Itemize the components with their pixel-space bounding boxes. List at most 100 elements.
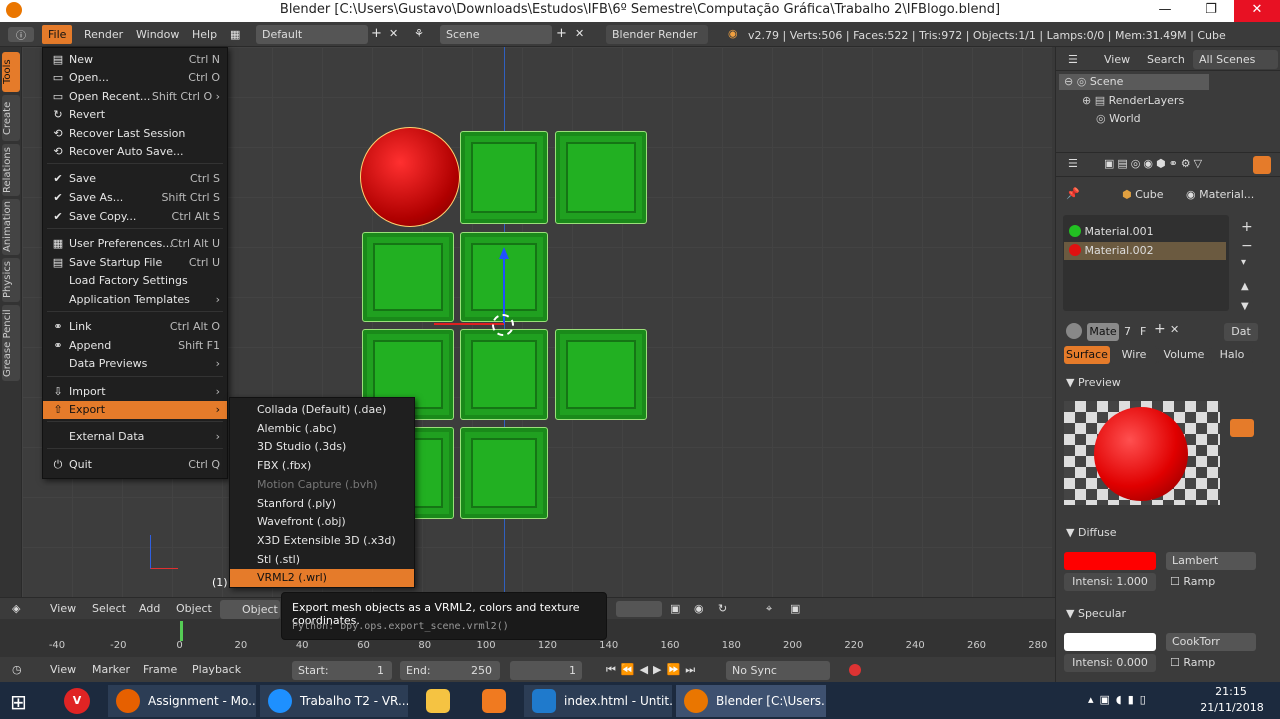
- file-menu-item-import[interactable]: ⇩ Import ›: [43, 383, 227, 401]
- record-icon[interactable]: [849, 664, 861, 676]
- outliner-renderlayers-item[interactable]: ⊕ ▤ RenderLayers: [1082, 94, 1184, 107]
- file-menu-item-data-previews[interactable]: Data Previews ›: [43, 355, 227, 373]
- export-item-wavefront-obj[interactable]: Wavefront (.obj): [230, 513, 414, 531]
- file-menu-item-export[interactable]: ⇧ Export ›: [43, 401, 227, 419]
- maximize-button[interactable]: ❐: [1188, 0, 1234, 22]
- diffuse-panel-header[interactable]: ▼ Diffuse: [1066, 526, 1117, 539]
- file-menu-item-save[interactable]: ✔ Save Ctrl S: [43, 170, 227, 188]
- green-tile[interactable]: [555, 329, 647, 420]
- file-menu-item-recover-auto-save[interactable]: ⟲ Recover Auto Save...: [43, 143, 227, 161]
- file-menu-item-recover-last-session[interactable]: ⟲ Recover Last Session: [43, 125, 227, 143]
- start-button-icon[interactable]: ⊞: [10, 690, 27, 714]
- export-item-stl-stl[interactable]: Stl (.stl): [230, 551, 414, 569]
- tab-create[interactable]: Create: [2, 95, 20, 141]
- scene-field[interactable]: Scene: [440, 25, 552, 44]
- file-menu-item-revert[interactable]: ↻ Revert: [43, 106, 227, 124]
- file-menu-item-save-startup-file[interactable]: ▤ Save Startup File Ctrl U: [43, 254, 227, 272]
- file-menu-item-external-data[interactable]: External Data ›: [43, 428, 227, 446]
- clock-time[interactable]: 21:15: [1208, 685, 1254, 698]
- file-menu-item-save-copy[interactable]: ✔ Save Copy... Ctrl Alt S: [43, 208, 227, 226]
- snap-icon[interactable]: ⌖: [766, 602, 772, 616]
- remove-scene-icon[interactable]: ✕: [575, 27, 584, 40]
- file-menu-item-load-factory-settings[interactable]: Load Factory Settings: [43, 272, 227, 290]
- pin-icon[interactable]: 📌: [1066, 187, 1080, 200]
- taskbar-vscode[interactable]: index.html - Untit...: [524, 685, 672, 717]
- render-icon[interactable]: ▣: [790, 602, 800, 615]
- menu-view[interactable]: View: [50, 602, 76, 615]
- preview-panel-header[interactable]: ▼ Preview: [1066, 376, 1121, 389]
- mode-selector[interactable]: Object M: [220, 600, 280, 635]
- material-slot-selected[interactable]: Material.002: [1069, 244, 1154, 257]
- file-menu-item-link[interactable]: ⚭ Link Ctrl Alt O: [43, 318, 227, 336]
- system-tray-icons[interactable]: ▴▣◖▮▯: [1088, 693, 1152, 706]
- taskbar-blender[interactable]: Blender [C:\Users...: [676, 685, 826, 717]
- specular-panel-header[interactable]: ▼ Specular: [1066, 607, 1126, 620]
- menu-file[interactable]: File: [42, 25, 73, 44]
- material-tab-icon[interactable]: [1253, 156, 1271, 174]
- clock-date[interactable]: 21/11/2018: [1200, 701, 1264, 714]
- green-tile[interactable]: [362, 232, 454, 322]
- file-menu-item-save-as[interactable]: ✔ Save As... Shift Ctrl S: [43, 189, 227, 207]
- export-item-collada-default-dae[interactable]: Collada (Default) (.dae): [230, 401, 414, 419]
- green-tile[interactable]: [460, 427, 548, 519]
- outliner-menu-view[interactable]: View: [1104, 53, 1130, 66]
- end-frame-field[interactable]: End: 250: [400, 661, 500, 680]
- export-item-stanford-ply[interactable]: Stanford (.ply): [230, 495, 414, 513]
- material-name-field[interactable]: Mate: [1087, 323, 1119, 341]
- file-menu-item-open[interactable]: ▭ Open... Ctrl O: [43, 69, 227, 87]
- 3d-cursor-icon[interactable]: [492, 314, 514, 336]
- outliner-editor-icon[interactable]: ☰: [1068, 53, 1078, 66]
- layer-buttons[interactable]: [616, 601, 662, 617]
- menu-help[interactable]: Help: [186, 25, 223, 44]
- specular-ramp-checkbox[interactable]: ☐ Ramp: [1170, 656, 1215, 669]
- specular-color-swatch[interactable]: [1064, 633, 1156, 651]
- menu-marker[interactable]: Marker: [92, 663, 130, 676]
- properties-context-tabs[interactable]: ▣▤◎◉⬢⚭⚙▽: [1104, 157, 1205, 170]
- scene-icon[interactable]: ⚘: [414, 27, 424, 40]
- current-frame-field[interactable]: 1: [510, 661, 582, 680]
- new-material-icon[interactable]: +: [1154, 321, 1166, 337]
- tab-relations[interactable]: Relations: [2, 144, 20, 196]
- manipulator-icon[interactable]: ↻: [718, 602, 727, 615]
- menu-select[interactable]: Select: [92, 602, 126, 615]
- fake-user-button[interactable]: F: [1140, 325, 1146, 338]
- file-menu-item-application-templates[interactable]: Application Templates ›: [43, 291, 227, 309]
- taskbar-media[interactable]: [468, 685, 520, 717]
- specular-shader-select[interactable]: CookTorr: [1166, 633, 1256, 651]
- properties-editor-icon[interactable]: ☰: [1068, 157, 1078, 170]
- export-item-x3d-extensible-3d-x3d[interactable]: X3D Extensible 3D (.x3d): [230, 532, 414, 550]
- close-button[interactable]: ✕: [1234, 0, 1280, 22]
- export-item-fbx-fbx[interactable]: FBX (.fbx): [230, 457, 414, 475]
- slot-specials-icon[interactable]: ▾: [1241, 257, 1246, 268]
- export-item-motion-capture-bvh[interactable]: Motion Capture (.bvh): [230, 476, 414, 494]
- data-link-field[interactable]: Dat: [1224, 323, 1258, 341]
- render-layer-icon[interactable]: ▣: [670, 602, 680, 615]
- file-menu-item-open-recent[interactable]: ▭ Open Recent... Shift Ctrl O ›: [43, 88, 227, 106]
- editor-type-icon[interactable]: ◈: [12, 602, 20, 615]
- current-frame-marker[interactable]: [180, 621, 183, 641]
- menu-add[interactable]: Add: [139, 602, 160, 615]
- remove-layout-icon[interactable]: ✕: [389, 27, 398, 40]
- green-tile[interactable]: [460, 329, 548, 420]
- export-item-vrml2-wrl[interactable]: VRML2 (.wrl): [230, 569, 414, 588]
- start-frame-field[interactable]: Start: 1: [292, 661, 392, 680]
- menu-render[interactable]: Render: [78, 25, 129, 44]
- outliner-filter[interactable]: All Scenes: [1193, 50, 1278, 69]
- diffuse-color-swatch[interactable]: [1064, 552, 1156, 570]
- screen-layout-icon[interactable]: ▦: [230, 28, 240, 41]
- add-layout-icon[interactable]: +: [371, 26, 382, 41]
- playback-controls[interactable]: ⏮⏪◀▶⏩⏭: [606, 663, 700, 677]
- editor-type-icon[interactable]: ◷: [12, 663, 22, 676]
- vivaldi-icon[interactable]: V: [64, 688, 90, 714]
- preview-sphere-button[interactable]: [1230, 419, 1254, 437]
- screen-layout-field[interactable]: Default: [256, 25, 368, 44]
- tab-wire[interactable]: Wire: [1111, 346, 1157, 364]
- sync-mode-field[interactable]: No Sync: [726, 661, 830, 680]
- taskbar-explorer[interactable]: [412, 685, 464, 717]
- menu-window[interactable]: Window: [130, 25, 185, 44]
- material-users-count[interactable]: 7: [1124, 325, 1131, 338]
- move-up-icon[interactable]: ▲: [1241, 281, 1249, 292]
- tab-grease-pencil[interactable]: Grease Pencil: [2, 305, 20, 381]
- diffuse-shader-select[interactable]: Lambert: [1166, 552, 1256, 570]
- editor-type-icon[interactable]: ⓘ: [8, 27, 34, 42]
